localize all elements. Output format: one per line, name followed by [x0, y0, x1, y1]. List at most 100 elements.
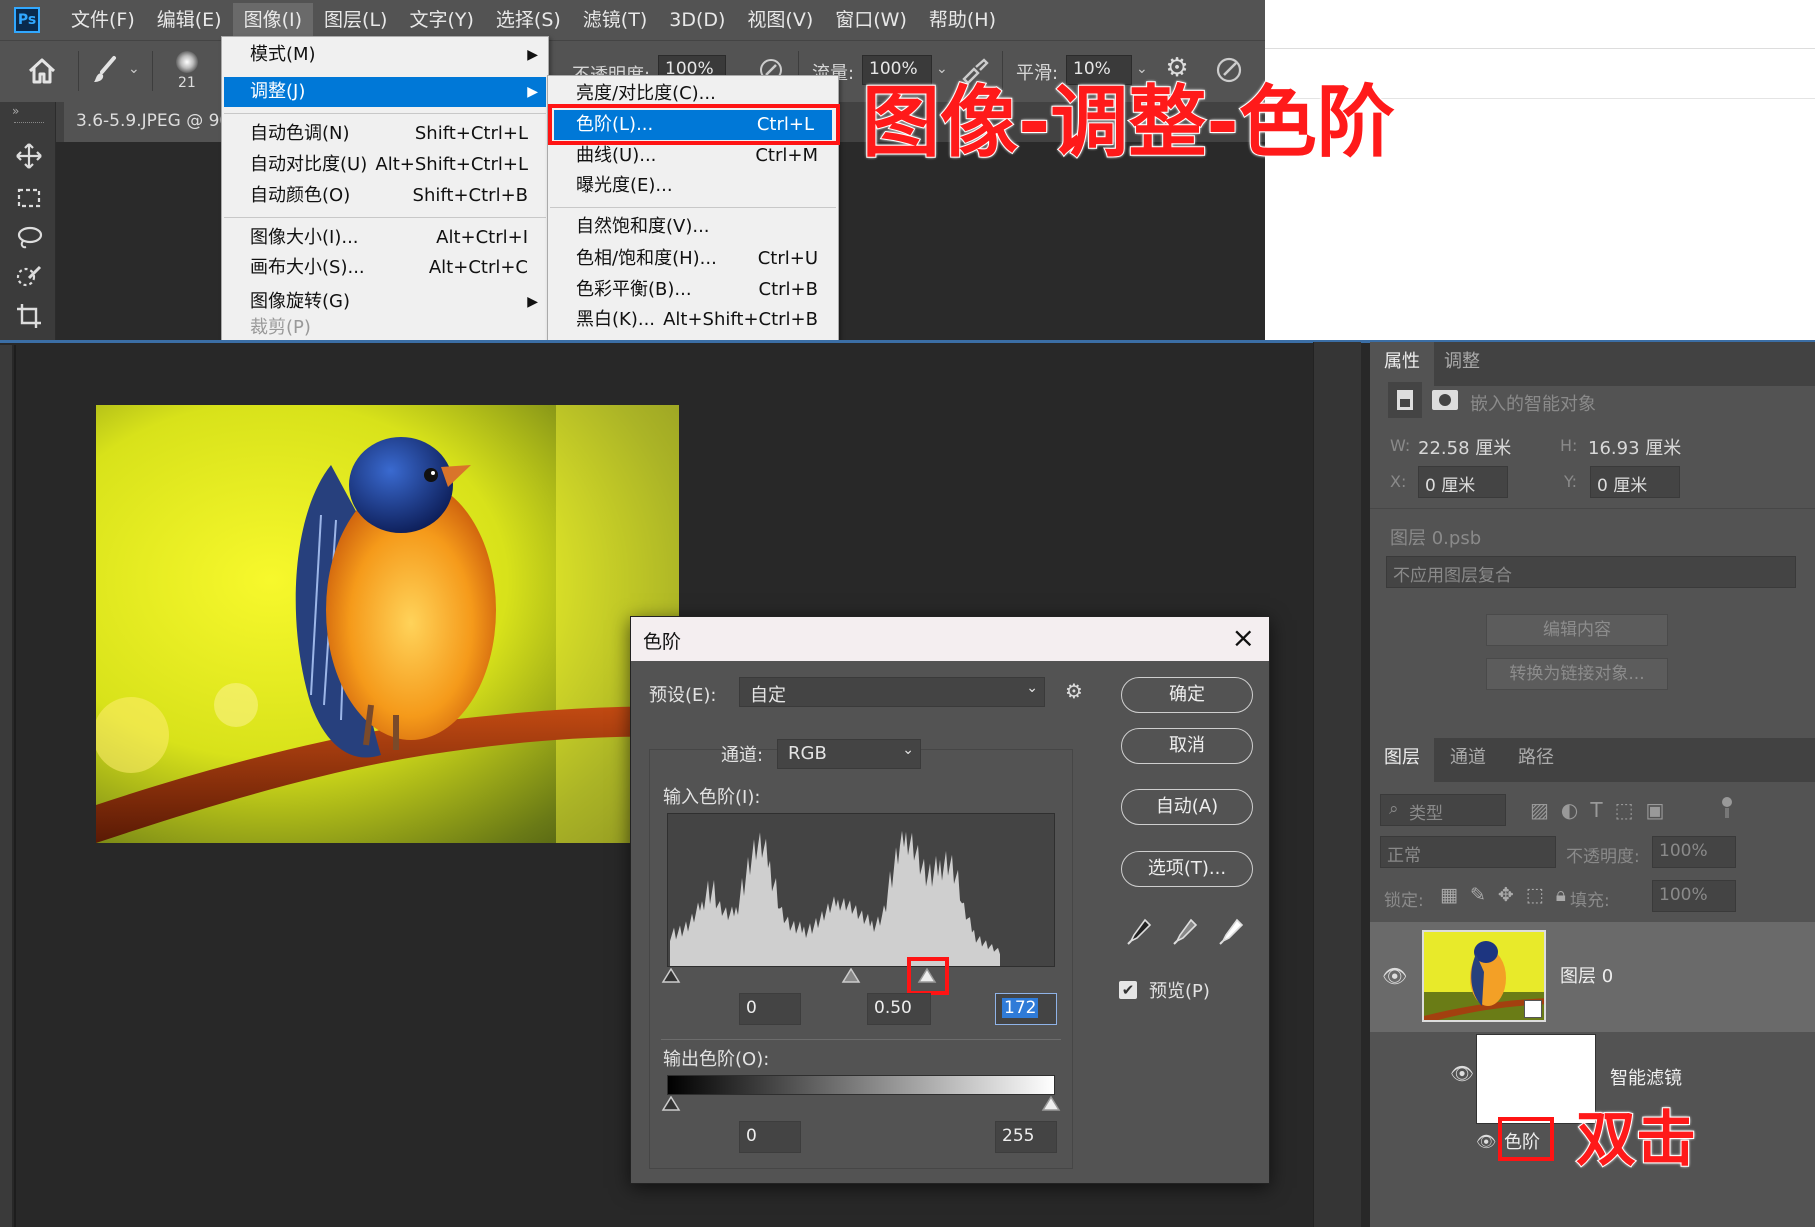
image-filter-icon[interactable]: ▨	[1530, 798, 1549, 824]
options-button[interactable]: 选项(T)...	[1121, 851, 1253, 887]
fill-input[interactable]: 100%	[1652, 880, 1736, 912]
edit-contents-button[interactable]: 编辑内容	[1486, 614, 1668, 646]
shortcut-text: Alt+Shift+Ctrl+B	[663, 309, 818, 330]
quick-select-tool-icon[interactable]	[14, 262, 44, 292]
menu-3d[interactable]: 3D(D)	[658, 3, 736, 37]
shape-filter-icon[interactable]: ⬚	[1615, 798, 1634, 824]
menu-item-vibrance[interactable]: 自然饱和度(V)...	[576, 212, 836, 242]
output-white-field[interactable]: 255	[995, 1121, 1057, 1153]
layer-filter-select[interactable]: ⌕ 类型	[1380, 794, 1506, 826]
input-black-field[interactable]: 0	[739, 993, 801, 1025]
output-levels-label: 输出色阶(O):	[663, 1049, 770, 1070]
layer-comp-select[interactable]: 不应用图层复合	[1386, 556, 1796, 588]
menu-select[interactable]: 选择(S)	[485, 3, 572, 37]
menu-item-black-white[interactable]: 黑白(K)... Alt+Shift+Ctrl+B	[576, 305, 836, 335]
lock-paint-icon[interactable]: ✎	[1470, 884, 1486, 906]
shortcut-text: Ctrl+B	[758, 279, 818, 300]
menu-window[interactable]: 窗口(W)	[824, 3, 918, 37]
menu-image[interactable]: 图像(I)	[232, 3, 314, 37]
menu-layer[interactable]: 图层(L)	[313, 3, 398, 37]
menu-item-color-balance[interactable]: 色彩平衡(B)... Ctrl+B	[576, 275, 836, 305]
visibility-eye-icon[interactable]: 👁︎	[1382, 964, 1407, 988]
menu-item-exposure[interactable]: 曝光度(E)...	[576, 171, 836, 201]
brush-dropdown-icon[interactable]: ⌄	[128, 61, 140, 77]
output-black-field[interactable]: 0	[739, 1121, 801, 1153]
menu-edit[interactable]: 编辑(E)	[146, 3, 233, 37]
brush-icon[interactable]	[92, 55, 120, 85]
output-black-slider[interactable]	[661, 1095, 681, 1111]
smooth-dropdown-icon[interactable]: ⌄	[1136, 61, 1148, 77]
x-input[interactable]: 0 厘米	[1418, 466, 1508, 498]
menu-item-curves[interactable]: 曲线(U)... Ctrl+M	[576, 141, 836, 171]
tab-layers[interactable]: 图层	[1370, 738, 1434, 782]
menu-item-auto-tone[interactable]: 自动色调(N) Shift+Ctrl+L	[250, 119, 546, 149]
tab-properties[interactable]: 属性	[1370, 342, 1434, 386]
filter-toggle-icon[interactable]	[1721, 796, 1733, 820]
menu-item-crop[interactable]: 裁剪(P)	[250, 313, 546, 343]
menu-filter[interactable]: 滤镜(T)	[572, 3, 658, 37]
expand-icon[interactable]: »	[12, 104, 19, 118]
shortcut-text: Ctrl+U	[757, 248, 818, 269]
tab-channels[interactable]: 通道	[1436, 738, 1500, 782]
menu-item-image-size[interactable]: 图像大小(I)... Alt+Ctrl+I	[250, 223, 546, 253]
menu-file[interactable]: 文件(F)	[60, 3, 146, 37]
output-white-slider[interactable]	[1041, 1095, 1061, 1111]
auto-button[interactable]: 自动(A)	[1121, 789, 1253, 825]
levels-filter-eye-icon[interactable]: 👁︎	[1476, 1132, 1496, 1151]
move-tool-icon[interactable]	[14, 142, 44, 172]
type-filter-icon[interactable]: T	[1590, 798, 1602, 824]
histogram	[667, 813, 1055, 967]
photoshop-logo-icon: Ps	[14, 7, 40, 33]
menu-item-mode[interactable]: 模式(M) ▶	[250, 40, 546, 70]
menu-item-canvas-size[interactable]: 画布大小(S)... Alt+Ctrl+C	[250, 253, 546, 283]
menu-item-adjustments[interactable]: 调整(J) ▶	[224, 77, 546, 107]
lock-all-icon[interactable]: 🔒︎	[1556, 884, 1566, 906]
ok-button[interactable]: 确定	[1121, 677, 1253, 713]
lock-artboard-icon[interactable]: ⬚	[1526, 884, 1544, 906]
menu-type[interactable]: 文字(Y)	[398, 3, 484, 37]
filter-item-highlight-box	[1498, 1117, 1554, 1161]
lock-transparent-icon[interactable]: ▦	[1440, 884, 1458, 906]
crop-tool-icon[interactable]	[14, 302, 44, 332]
smart-filter-eye-icon[interactable]: 👁︎	[1450, 1062, 1474, 1085]
y-input[interactable]: 0 厘米	[1590, 466, 1680, 498]
input-black-slider[interactable]	[661, 967, 681, 983]
smart-filter-icon[interactable]: ▣	[1645, 798, 1664, 824]
blend-mode-select[interactable]: 正常	[1380, 836, 1556, 868]
lock-position-icon[interactable]: ✥	[1498, 884, 1514, 906]
white-eyedropper-icon[interactable]	[1217, 917, 1245, 947]
panel-collapse-strip[interactable]	[1313, 342, 1361, 1227]
preset-options-gear-icon[interactable]: ⚙	[1065, 679, 1083, 703]
toolbar-grip[interactable]	[14, 122, 44, 125]
convert-to-linked-button[interactable]: 转换为链接对象...	[1486, 658, 1668, 690]
black-eyedropper-icon[interactable]	[1125, 917, 1153, 947]
menu-item-auto-contrast[interactable]: 自动对比度(U) Alt+Shift+Ctrl+L	[250, 150, 546, 180]
lasso-tool-icon[interactable]	[14, 224, 44, 254]
marquee-tool-icon[interactable]	[14, 184, 44, 214]
channel-select[interactable]: RGB ⌄	[777, 739, 921, 769]
input-levels-label: 输入色阶(I):	[663, 787, 761, 808]
input-gamma-field[interactable]: 0.50	[867, 993, 931, 1025]
menu-help[interactable]: 帮助(H)	[918, 3, 1007, 37]
adjustment-filter-icon[interactable]: ◐	[1561, 798, 1578, 824]
cancel-button[interactable]: 取消	[1121, 728, 1253, 764]
document-tab[interactable]: 3.6-5.9.JPEG @ 90	[64, 102, 244, 142]
input-gamma-slider[interactable]	[841, 967, 861, 983]
flow-dropdown-icon[interactable]: ⌄	[936, 61, 948, 77]
menu-item-auto-color[interactable]: 自动颜色(O) Shift+Ctrl+B	[250, 181, 546, 211]
preview-checkbox[interactable]: ✔	[1119, 981, 1137, 999]
menu-item-label: 自动对比度(U)	[250, 154, 368, 175]
menu-item-hue-saturation[interactable]: 色相/饱和度(H)... Ctrl+U	[576, 244, 836, 274]
menu-view[interactable]: 视图(V)	[736, 3, 824, 37]
home-icon[interactable]	[26, 55, 58, 87]
menu-item-label: 色相/饱和度(H)...	[576, 248, 717, 269]
tab-paths[interactable]: 路径	[1504, 738, 1568, 782]
gray-eyedropper-icon[interactable]	[1171, 917, 1199, 947]
tab-adjustments[interactable]: 调整	[1430, 342, 1494, 386]
input-white-field[interactable]: 172	[995, 993, 1057, 1025]
close-icon[interactable]: ×	[1232, 621, 1255, 654]
layer-opacity-input[interactable]: 100%	[1652, 836, 1736, 868]
preset-select[interactable]: 自定 ⌄	[739, 677, 1045, 707]
brush-preview-icon[interactable]	[176, 51, 198, 73]
layer-row-layer0[interactable]: 👁︎ 图层 0	[1370, 922, 1815, 1032]
